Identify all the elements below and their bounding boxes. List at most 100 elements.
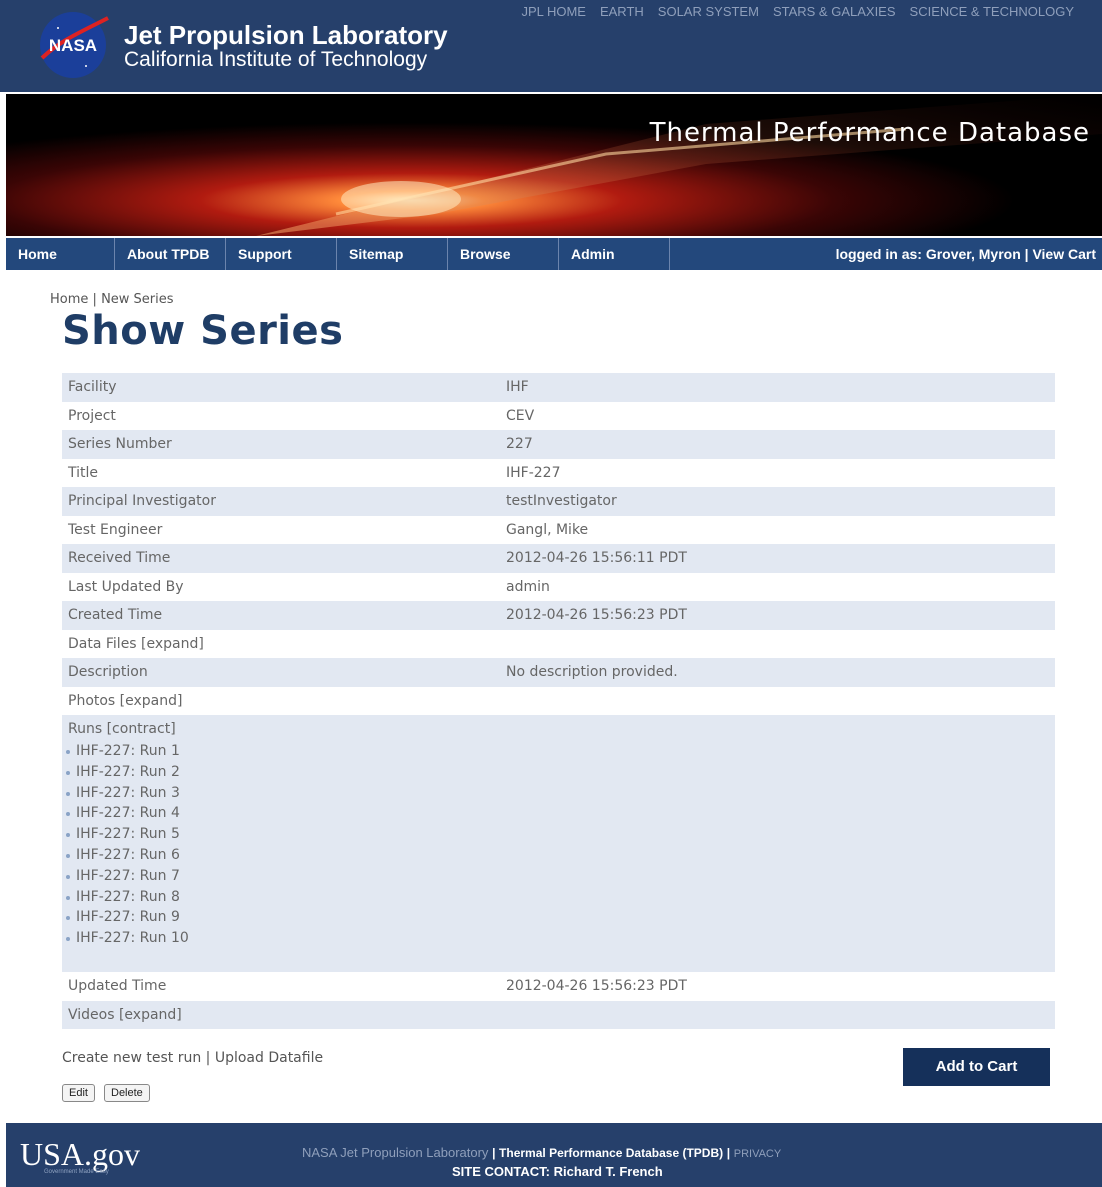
breadcrumb-home[interactable]: Home [50,292,88,307]
login-user: Grover, Myron [925,246,1021,262]
usa-gov-tagline: Government Made Easy [44,1169,109,1175]
top-link-earth[interactable]: EARTH [600,4,644,19]
create-test-run-link[interactable]: Create new test run [62,1050,201,1066]
breadcrumb: Home | New Series [50,292,174,307]
runs-row: Runs [contract] IHF-227: Run 1 IHF-227: … [62,715,1055,972]
login-separator: | [1024,246,1029,262]
login-status: logged in as: Grover, Myron | View Cart [836,238,1096,270]
videos-expand-link[interactable]: Videos [expand] [68,1001,182,1030]
run-link[interactable]: IHF-227: Run 2 [66,762,1055,783]
row-value: IHF [506,379,529,395]
row-label: Test Engineer [68,521,163,538]
breadcrumb-separator: | [92,292,97,307]
view-cart-link[interactable]: View Cart [1032,246,1096,262]
table-row: Test Engineer Gangl, Mike [62,516,1055,545]
footer-credits: NASA Jet Propulsion Laboratory | Thermal… [302,1145,781,1160]
run-link[interactable]: IHF-227: Run 3 [66,783,1055,804]
table-row: Received Time 2012-04-26 15:56:11 PDT [62,544,1055,573]
run-link[interactable]: IHF-227: Run 1 [66,741,1055,762]
top-link-stars-galaxies[interactable]: STARS & GALAXIES [773,4,896,19]
row-label: Received Time [68,550,171,566]
footer-site-contact: SITE CONTACT: Richard T. French [452,1164,663,1179]
table-row: Description No description provided. [62,658,1055,687]
banner-image [6,94,1102,236]
row-value: 227 [506,436,533,452]
table-row: Photos [expand] [62,687,1055,716]
nav-about-tpdb[interactable]: About TPDB [115,238,226,270]
main-nav: Home About TPDB Support Sitemap Browse A… [6,238,1102,270]
top-link-jpl-home[interactable]: JPL HOME [521,4,586,19]
run-link[interactable]: IHF-227: Run 9 [66,907,1055,928]
svg-text:NASA: NASA [49,36,97,55]
row-label: Title [68,464,99,481]
table-row: Updated Time 2012-04-26 15:56:23 PDT [62,972,1055,1001]
row-label: Description [68,664,148,680]
banner-title: Thermal Performance Database [649,118,1090,148]
table-row: Project CEV [62,402,1055,431]
table-row: Principal Investigator testInvestigator [62,487,1055,516]
link-separator: | [205,1050,211,1066]
table-row: Last Updated By admin [62,573,1055,602]
row-value: admin [506,578,550,595]
footer-privacy-link[interactable]: PRIVACY [734,1148,781,1160]
nav-browse[interactable]: Browse [448,238,559,270]
site-header: NASA Jet Propulsion Laboratory Californi… [0,0,1102,92]
row-value: IHF-227 [506,464,561,481]
run-link[interactable]: IHF-227: Run 7 [66,866,1055,887]
site-footer: USA.gov Government Made Easy NASA Jet Pr… [6,1123,1102,1187]
nav-sitemap[interactable]: Sitemap [337,238,448,270]
top-link-solar-system[interactable]: SOLAR SYSTEM [658,4,759,19]
breadcrumb-current[interactable]: New Series [101,292,173,307]
delete-button[interactable]: Delete [104,1084,150,1102]
nav-admin[interactable]: Admin [559,238,670,270]
usa-gov-logo[interactable]: USA.gov [20,1135,140,1173]
row-value: 2012-04-26 15:56:23 PDT [506,607,687,623]
series-details-table: Facility IHF Project CEV Series Number 227 … [62,373,1055,1029]
upload-datafile-link[interactable]: Upload Datafile [215,1050,323,1066]
footer-org-link[interactable]: NASA Jet Propulsion Laboratory [302,1145,488,1160]
table-row: Title IHF-227 [62,459,1055,488]
table-row: Data Files [expand] [62,630,1055,659]
add-to-cart-button[interactable]: Add to Cart [903,1048,1050,1086]
nasa-logo[interactable]: NASA [36,10,110,80]
row-label: Last Updated By [68,578,184,595]
row-label: Updated Time [68,978,167,994]
table-row: Facility IHF [62,373,1055,402]
row-label: Series Number [68,436,172,452]
row-value: No description provided. [506,664,678,680]
table-row: Created Time 2012-04-26 15:56:23 PDT [62,601,1055,630]
row-label: Facility [68,379,117,395]
nav-home[interactable]: Home [6,238,115,270]
data-files-expand-link[interactable]: Data Files [expand] [68,630,204,659]
row-label: Created Time [68,607,163,623]
run-link[interactable]: IHF-227: Run 5 [66,824,1055,845]
footer-separator: | [726,1146,731,1160]
row-value: Gangl, Mike [506,521,589,538]
row-label: Principal Investigator [68,493,216,509]
run-link[interactable]: IHF-227: Run 4 [66,803,1055,824]
top-nav: JPL HOME EARTH SOLAR SYSTEM STARS & GALA… [521,4,1074,19]
run-link[interactable]: IHF-227: Run 6 [66,845,1055,866]
page-title: Show Series [62,308,344,354]
row-label: Project [68,407,116,424]
footer-separator: | [492,1146,496,1160]
run-link[interactable]: IHF-227: Run 10 [66,928,1055,949]
run-link[interactable]: IHF-227: Run 8 [66,887,1055,908]
row-value: 2012-04-26 15:56:11 PDT [506,550,687,566]
runs-contract-link[interactable]: Runs [contract] [68,721,1055,737]
row-value: 2012-04-26 15:56:23 PDT [506,978,687,994]
nav-support[interactable]: Support [226,238,337,270]
table-row: Videos [expand] [62,1000,1055,1030]
table-row: Series Number 227 [62,430,1055,459]
banner: Thermal Performance Database [6,94,1102,236]
photos-expand-link[interactable]: Photos [expand] [68,687,182,716]
login-prefix: logged in as: [835,246,922,262]
row-value: testInvestigator [506,493,617,509]
top-link-science-technology[interactable]: SCIENCE & TECHNOLOGY [910,4,1074,19]
runs-list: IHF-227: Run 1 IHF-227: Run 2 IHF-227: R… [66,741,1055,949]
site-subtitle: California Institute of Technology [124,48,428,71]
site-title[interactable]: Jet Propulsion Laboratory [124,20,448,50]
edit-button[interactable]: Edit [62,1084,95,1102]
footer-db-name: Thermal Performance Database (TPDB) [499,1146,724,1160]
row-value: CEV [506,407,535,424]
